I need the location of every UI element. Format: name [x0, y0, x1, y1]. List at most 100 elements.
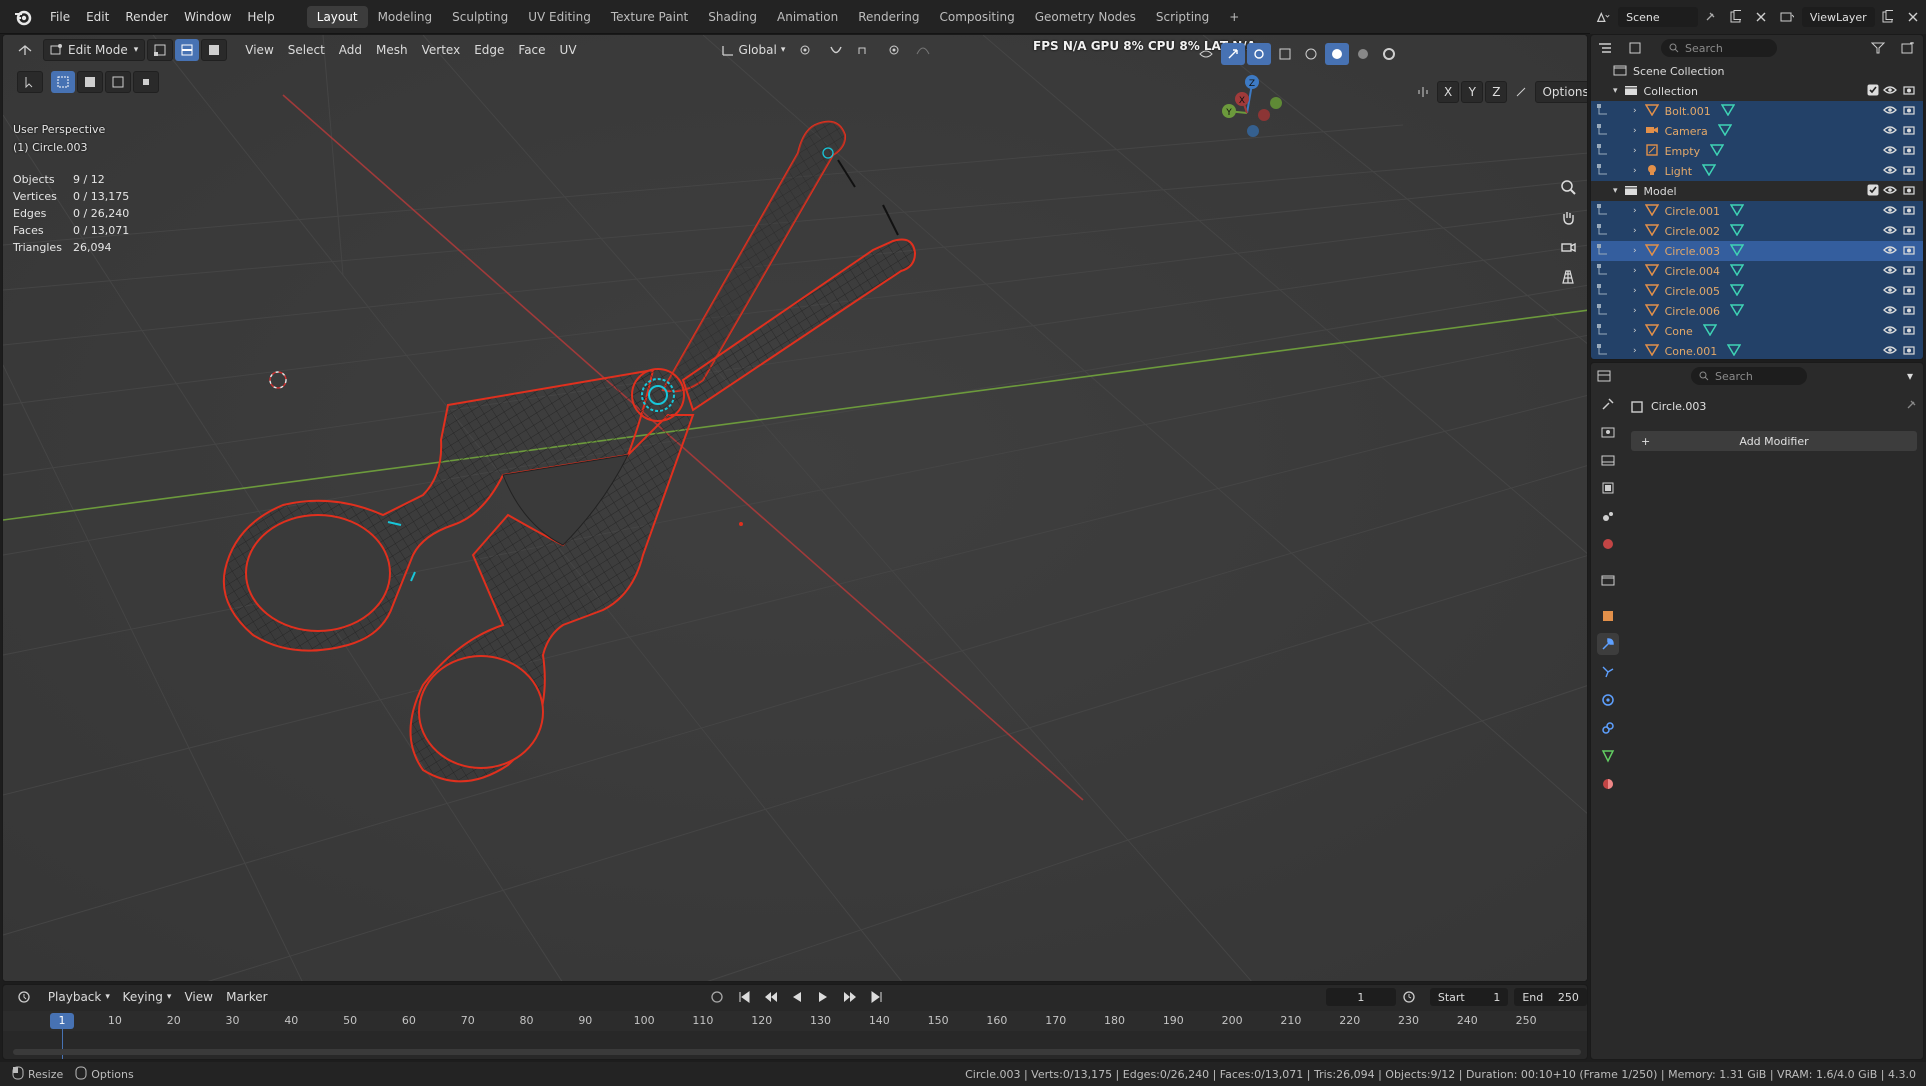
mirror-y-toggle[interactable]: Y — [1461, 81, 1484, 103]
scene-tab-icon[interactable] — [1597, 505, 1619, 527]
outliner-editor-type-icon[interactable] — [1591, 37, 1621, 59]
select-subtract-icon[interactable] — [105, 71, 131, 93]
outliner-item[interactable]: › Circle.004 — [1591, 261, 1923, 281]
select-handle-icon[interactable] — [1597, 203, 1609, 219]
display-mode-icon[interactable] — [1623, 37, 1653, 59]
timeline-ruler[interactable]: 10 20 30 40 50 60 70 80 90 100 110 120 130 140 150 160 1… — [3, 1011, 1587, 1031]
camera-render-icon[interactable] — [1903, 285, 1915, 298]
viewlayer-name-field[interactable]: ViewLayer — [1801, 7, 1876, 27]
camera-render-icon[interactable] — [1903, 265, 1915, 278]
eye-icon[interactable] — [1883, 125, 1897, 138]
physics-tab-icon[interactable] — [1597, 689, 1619, 711]
modifier-tab-icon[interactable] — [1597, 633, 1619, 655]
options-dropdown[interactable]: Options ▾ — [1535, 81, 1587, 103]
chevron-right-icon[interactable]: › — [1633, 326, 1637, 336]
auto-merge-icon[interactable] — [1509, 81, 1533, 103]
eye-icon[interactable] — [1883, 305, 1897, 318]
camera-render-icon[interactable] — [1903, 85, 1915, 98]
new-scene-icon[interactable] — [1723, 6, 1747, 28]
outliner-collection[interactable]: ▾ Collection — [1591, 81, 1923, 101]
proportional-edit-icon[interactable] — [881, 39, 907, 61]
select-handle-icon[interactable] — [1597, 223, 1609, 239]
chevron-right-icon[interactable]: › — [1633, 206, 1637, 216]
exclude-checkbox[interactable] — [1867, 184, 1879, 199]
chevron-right-icon[interactable]: › — [1633, 106, 1637, 116]
auto-keying-icon[interactable] — [704, 986, 730, 1008]
menu-add[interactable]: Add — [333, 39, 368, 61]
menu-keying[interactable]: Keying ▾ — [117, 986, 177, 1008]
chevron-right-icon[interactable]: › — [1633, 226, 1637, 236]
workspace-tab-uv-editing[interactable]: UV Editing — [518, 6, 601, 28]
camera-render-icon[interactable] — [1903, 345, 1915, 358]
current-frame-indicator[interactable]: 1 — [50, 1013, 74, 1029]
mode-selector[interactable]: Edit Mode ▾ — [43, 39, 146, 61]
transform-orientation-dropdown[interactable]: Global ▾ — [715, 39, 792, 61]
xray-toggle-icon[interactable] — [1273, 43, 1297, 65]
workspace-tab-texture-paint[interactable]: Texture Paint — [601, 6, 698, 28]
menu-view[interactable]: View — [239, 39, 279, 61]
camera-render-icon[interactable] — [1903, 165, 1915, 178]
face-select-button[interactable] — [201, 39, 228, 61]
jump-keyframe-back-icon[interactable] — [758, 986, 784, 1008]
workspace-tab-animation[interactable]: Animation — [767, 6, 848, 28]
select-handle-icon[interactable] — [1597, 343, 1609, 359]
pan-hand-icon[interactable] — [1556, 205, 1580, 229]
jump-start-icon[interactable] — [732, 986, 756, 1008]
eye-icon[interactable] — [1883, 185, 1897, 198]
jump-end-icon[interactable] — [865, 986, 889, 1008]
eye-icon[interactable] — [1883, 345, 1897, 358]
camera-render-icon[interactable] — [1903, 225, 1915, 238]
camera-render-icon[interactable] — [1903, 105, 1915, 118]
eye-icon[interactable] — [1883, 165, 1897, 178]
3d-viewport[interactable]: Z Y X Edit Mode ▾ View Select Add Mesh V… — [2, 34, 1588, 982]
outliner-item[interactable]: › Circle.006 — [1591, 301, 1923, 321]
outliner-item[interactable]: › Cone.001 — [1591, 341, 1923, 359]
delete-scene-icon[interactable] — [1749, 6, 1772, 28]
menu-uv[interactable]: UV — [554, 39, 583, 61]
menu-edit[interactable]: Edit — [78, 10, 117, 24]
camera-view-icon[interactable] — [1556, 235, 1580, 259]
chevron-right-icon[interactable]: › — [1633, 126, 1637, 136]
mirror-z-toggle[interactable]: Z — [1485, 81, 1508, 103]
view-layer-tab-icon[interactable] — [1597, 477, 1619, 499]
mirror-icon[interactable] — [1411, 81, 1435, 103]
workspace-tab-shading[interactable]: Shading — [698, 6, 767, 28]
solid-shading-icon[interactable] — [1325, 43, 1349, 65]
timeline-scrollbar[interactable] — [13, 1049, 1581, 1055]
outliner-item[interactable]: › Circle.005 — [1591, 281, 1923, 301]
play-icon[interactable] — [811, 986, 835, 1008]
eye-icon[interactable] — [1883, 265, 1897, 278]
workspace-tab-layout[interactable]: Layout — [306, 5, 368, 28]
camera-render-icon[interactable] — [1903, 325, 1915, 338]
select-handle-icon[interactable] — [1597, 143, 1609, 159]
select-handle-icon[interactable] — [1597, 243, 1609, 259]
workspace-tab-sculpting[interactable]: Sculpting — [442, 6, 518, 28]
camera-render-icon[interactable] — [1903, 205, 1915, 218]
eye-icon[interactable] — [1883, 145, 1897, 158]
chevron-right-icon[interactable]: › — [1633, 166, 1637, 176]
world-tab-icon[interactable] — [1597, 533, 1619, 555]
camera-render-icon[interactable] — [1903, 245, 1915, 258]
editor-type-icon[interactable] — [11, 39, 41, 61]
outliner-collection[interactable]: ▾ Model — [1591, 181, 1923, 201]
edge-select-button[interactable] — [175, 39, 200, 61]
blender-logo-icon[interactable] — [12, 6, 34, 28]
delete-viewlayer-icon[interactable] — [1901, 6, 1924, 28]
menu-marker[interactable]: Marker — [221, 986, 273, 1008]
overlay-toggle-icon[interactable] — [1247, 43, 1271, 65]
outliner-item[interactable]: › Empty — [1591, 141, 1923, 161]
camera-render-icon[interactable] — [1903, 125, 1915, 138]
outliner-scene-collection[interactable]: Scene Collection — [1591, 61, 1923, 81]
current-frame-field[interactable]: 1 — [1325, 988, 1397, 1006]
gizmo-toggle-icon[interactable] — [1221, 43, 1245, 65]
start-frame-field[interactable]: Start 1 — [1429, 988, 1509, 1006]
output-tab-icon[interactable] — [1597, 449, 1619, 471]
viewport-scene[interactable]: Z Y X — [3, 35, 1588, 982]
vertex-select-button[interactable] — [147, 39, 174, 61]
eye-icon[interactable] — [1883, 105, 1897, 118]
eye-icon[interactable] — [1883, 325, 1897, 338]
chevron-down-icon[interactable]: ▾ — [1613, 186, 1618, 196]
zoom-icon[interactable] — [1556, 175, 1580, 199]
outliner-item[interactable]: › Cone — [1591, 321, 1923, 341]
select-extend-icon[interactable] — [77, 71, 103, 93]
